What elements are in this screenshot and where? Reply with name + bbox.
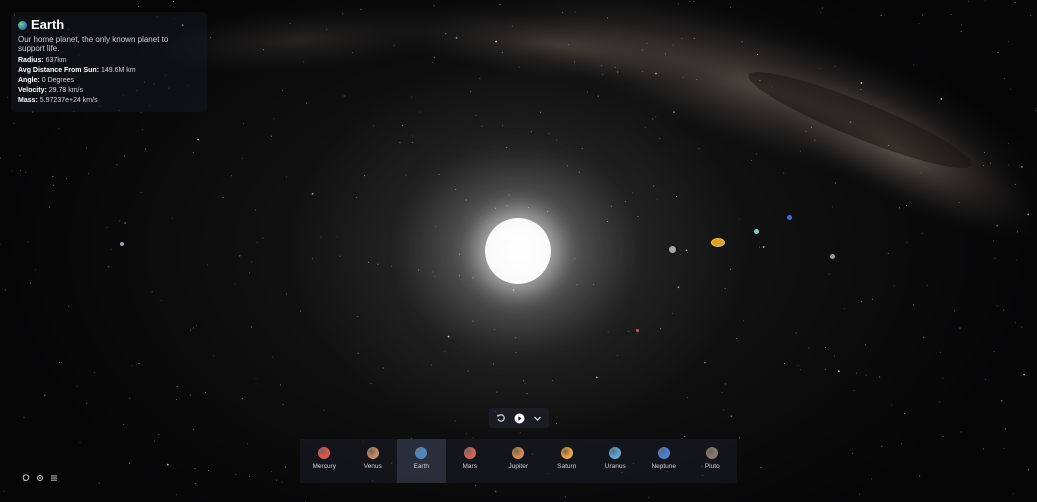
menu-button[interactable]	[50, 474, 58, 482]
planet-label: Jupiter	[508, 463, 528, 470]
settings-icon	[36, 474, 44, 482]
planet-item-pluto[interactable]: Pluto	[688, 439, 737, 483]
playback-controls	[489, 408, 549, 428]
stat-angle: Angle: 0 Degrees	[18, 77, 75, 84]
saturn-body[interactable]	[711, 238, 725, 247]
planet-item-neptune[interactable]: Neptune	[640, 439, 689, 483]
neptune-body[interactable]	[787, 215, 792, 220]
planet-label: Mercury	[312, 463, 336, 470]
planet-title: Earth	[18, 18, 200, 32]
uranus-planet-icon	[609, 447, 622, 459]
solar-system-viewport[interactable]: Earth Our home planet, the only known pl…	[0, 0, 1037, 502]
earth-globe-icon	[18, 20, 27, 30]
planet-item-mercury[interactable]: Mercury	[300, 439, 349, 483]
menu-icon	[51, 475, 57, 481]
planet-info-panel: Earth Our home planet, the only known pl…	[11, 12, 207, 112]
planet-item-venus[interactable]: Venus	[349, 439, 398, 483]
reset-button[interactable]	[494, 411, 508, 425]
planet-selector-bar: Mercury Venus Earth Mars Jupiter Saturn Uranus…	[300, 439, 737, 483]
planet-label: Pluto	[704, 463, 720, 470]
venus-planet-icon	[366, 447, 379, 459]
sun[interactable]	[485, 218, 551, 284]
play-button[interactable]	[512, 411, 526, 425]
mercury-planet-icon	[318, 447, 331, 459]
planet-label: Venus	[363, 463, 382, 470]
neptune-body-small[interactable]	[669, 246, 676, 253]
reset-icon	[497, 414, 505, 422]
expand-button[interactable]	[530, 411, 544, 425]
distant-body[interactable]	[120, 242, 124, 246]
planet-stats: Radius: 637km Avg Distance From Sun: 149…	[18, 56, 200, 106]
stat-distance: Avg Distance From Sun: 149.6M km	[18, 67, 136, 74]
bottom-left-toolbar	[22, 474, 58, 482]
planet-item-mars[interactable]: Mars	[446, 439, 495, 483]
chevron-down-icon	[533, 416, 541, 421]
chat-button[interactable]	[22, 474, 30, 482]
earth-planet-icon	[415, 447, 428, 459]
mars-planet-icon	[463, 447, 476, 459]
stat-radius: Radius: 637km	[18, 57, 67, 64]
planet-item-earth[interactable]: Earth	[397, 439, 446, 483]
stat-velocity: Velocity: 29.78 km/s	[18, 87, 83, 94]
planet-label: Earth	[413, 463, 430, 470]
planet-item-jupiter[interactable]: Jupiter	[494, 439, 543, 483]
planet-item-uranus[interactable]: Uranus	[591, 439, 640, 483]
neptune-planet-icon	[657, 447, 670, 459]
saturn-planet-icon	[560, 447, 573, 459]
stat-mass: Mass: 5.97237e+24 km/s	[18, 97, 98, 104]
planet-label: Mars	[462, 463, 477, 470]
uranus-body[interactable]	[754, 229, 759, 234]
planet-label: Neptune	[651, 463, 677, 470]
pluto-planet-icon	[706, 447, 719, 459]
planet-label: Saturn	[557, 463, 577, 470]
settings-button[interactable]	[36, 474, 44, 482]
planet-label: Uranus	[604, 463, 626, 470]
pluto-body[interactable]	[830, 254, 835, 259]
chat-icon	[22, 474, 30, 482]
planet-description: Our home planet, the only known planet t…	[18, 35, 169, 53]
planet-title-text: Earth	[31, 17, 65, 32]
planet-item-saturn[interactable]: Saturn	[543, 439, 592, 483]
play-icon	[514, 413, 524, 423]
mercury-body[interactable]	[636, 329, 639, 332]
jupiter-planet-icon	[512, 447, 525, 459]
